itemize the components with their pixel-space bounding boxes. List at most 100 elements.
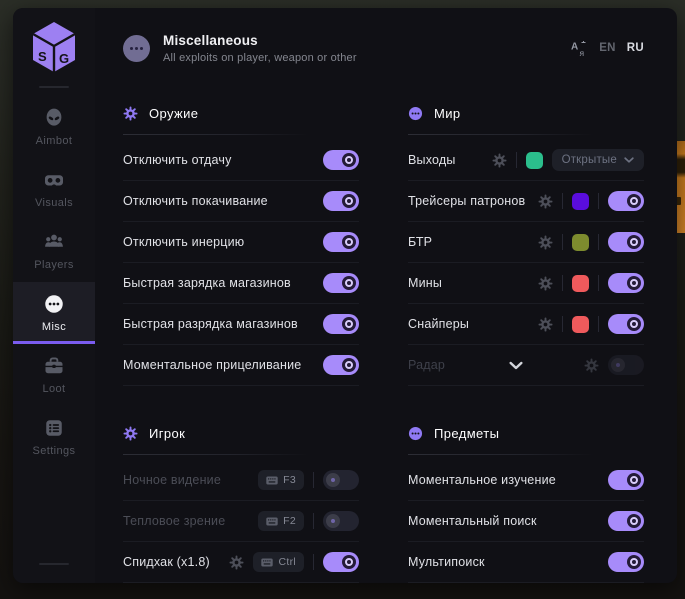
hotkey-badge[interactable]: F3	[258, 470, 304, 490]
feature-row: Спидхак (x1.8) Ctrl	[123, 542, 359, 583]
toggle-switch[interactable]	[323, 355, 359, 375]
feature-label: Моментальное изучение	[408, 473, 608, 487]
toggle-switch[interactable]	[608, 232, 644, 252]
lang-ru-button[interactable]: RU	[627, 42, 644, 54]
feature-label: Ночное видение	[123, 473, 258, 487]
section-title: Игрок	[149, 426, 185, 441]
separator	[598, 316, 599, 332]
hotkey-badge[interactable]: Ctrl	[253, 552, 304, 572]
cheat-menu-window: Aimbot Visuals Players Misc Loot Setting…	[13, 8, 677, 583]
separator	[516, 152, 517, 168]
section-weapon: Оружие Отключить отдачу Отключить покачи…	[123, 100, 359, 386]
toggle-switch[interactable]	[323, 470, 359, 490]
gear-icon[interactable]	[584, 358, 599, 373]
feature-row: Моментальный поиск	[408, 501, 644, 542]
sidebar-nav: Aimbot Visuals Players Misc Loot Setting…	[13, 96, 95, 468]
gear-icon[interactable]	[492, 153, 507, 168]
color-swatch[interactable]	[572, 193, 589, 210]
feature-row: Отключить покачивание	[123, 181, 359, 222]
feature-label: БТР	[408, 235, 538, 249]
toggle-switch[interactable]	[608, 470, 644, 490]
section-header: Предметы	[408, 420, 644, 446]
section-divider	[408, 134, 594, 135]
sidebar-item-label: Aimbot	[36, 135, 73, 147]
section-title: Оружие	[149, 106, 198, 121]
header: Miscellaneous All exploits on player, we…	[123, 8, 644, 88]
separator	[562, 316, 563, 332]
sidebar-item-loot[interactable]: Loot	[13, 344, 95, 406]
feature-row-radar: Радар	[408, 345, 644, 386]
hotkey-label: Ctrl	[278, 556, 296, 568]
toggle-switch[interactable]	[323, 150, 359, 170]
gear-icon[interactable]	[229, 555, 244, 570]
toggle-switch[interactable]	[608, 191, 644, 211]
color-swatch[interactable]	[572, 234, 589, 251]
feature-row: Отключить инерцию	[123, 222, 359, 263]
color-swatch[interactable]	[526, 152, 543, 169]
section-world: Мир Выходы Открытые	[408, 100, 644, 386]
section-divider	[123, 134, 309, 135]
feature-row: БТР	[408, 222, 644, 263]
section-items: Предметы Моментальное изучение Моменталь…	[408, 420, 644, 583]
feature-row: Тепловое зрение F2	[123, 501, 359, 542]
sidebar-divider-top	[39, 86, 69, 88]
separator	[598, 275, 599, 291]
section-header: Мир	[408, 100, 644, 126]
sidebar-item-aimbot[interactable]: Aimbot	[13, 96, 95, 158]
column-left: Оружие Отключить отдачу Отключить покачи…	[123, 88, 359, 583]
feature-label: Спидхак (x1.8)	[123, 555, 229, 569]
sidebar-item-label: Players	[34, 259, 73, 271]
sidebar-item-visuals[interactable]: Visuals	[13, 158, 95, 220]
feature-label: Трейсеры патронов	[408, 194, 538, 208]
sidebar-item-label: Visuals	[35, 197, 73, 209]
toggle-switch[interactable]	[323, 314, 359, 334]
gear-icon[interactable]	[538, 194, 553, 209]
section-divider	[408, 454, 594, 455]
toggle-switch[interactable]	[608, 273, 644, 293]
toggle-switch[interactable]	[608, 511, 644, 531]
gear-icon[interactable]	[538, 317, 553, 332]
toggle-switch[interactable]	[323, 273, 359, 293]
separator	[598, 234, 599, 250]
toggle-switch[interactable]	[608, 314, 644, 334]
color-swatch[interactable]	[572, 316, 589, 333]
separator	[562, 275, 563, 291]
toggle-switch[interactable]	[323, 511, 359, 531]
ellipsis-circle-icon	[408, 106, 423, 121]
gear-icon[interactable]	[538, 276, 553, 291]
gear-icon	[123, 106, 138, 121]
page-subtitle: All exploits on player, weapon or other	[163, 52, 357, 64]
hotkey-label: F2	[283, 515, 296, 527]
feature-row: Мультипоиск	[408, 542, 644, 583]
hotkey-badge[interactable]: F2	[258, 511, 304, 531]
sidebar-item-settings[interactable]: Settings	[13, 406, 95, 468]
section-player: Игрок Ночное видение F3	[123, 420, 359, 583]
feature-label: Отключить покачивание	[123, 194, 323, 208]
section-title: Предметы	[434, 426, 499, 441]
chevron-down-icon[interactable]	[509, 361, 523, 370]
feature-label: Снайперы	[408, 317, 538, 331]
sidebar-item-players[interactable]: Players	[13, 220, 95, 282]
exits-dropdown[interactable]: Открытые	[552, 149, 644, 171]
sidebar-item-misc[interactable]: Misc	[13, 282, 95, 344]
feature-row: Ночное видение F3	[123, 460, 359, 501]
ellipsis-circle-icon	[44, 294, 64, 314]
toggle-switch[interactable]	[608, 552, 644, 572]
gear-icon[interactable]	[538, 235, 553, 250]
separator	[313, 472, 314, 488]
toggle-switch[interactable]	[608, 355, 644, 375]
toggle-switch[interactable]	[323, 232, 359, 252]
translate-icon[interactable]	[571, 40, 588, 57]
ellipsis-circle-icon	[123, 35, 150, 62]
lang-en-button[interactable]: EN	[599, 42, 616, 54]
toggle-switch[interactable]	[323, 552, 359, 572]
section-divider	[123, 454, 309, 455]
toggle-switch[interactable]	[323, 191, 359, 211]
feature-row: Моментальное изучение	[408, 460, 644, 501]
separator	[598, 193, 599, 209]
feature-label: Выходы	[408, 153, 492, 167]
feature-label: Моментальный поиск	[408, 514, 608, 528]
main-panel: Miscellaneous All exploits on player, we…	[95, 8, 677, 583]
color-swatch[interactable]	[572, 275, 589, 292]
section-header: Игрок	[123, 420, 359, 446]
